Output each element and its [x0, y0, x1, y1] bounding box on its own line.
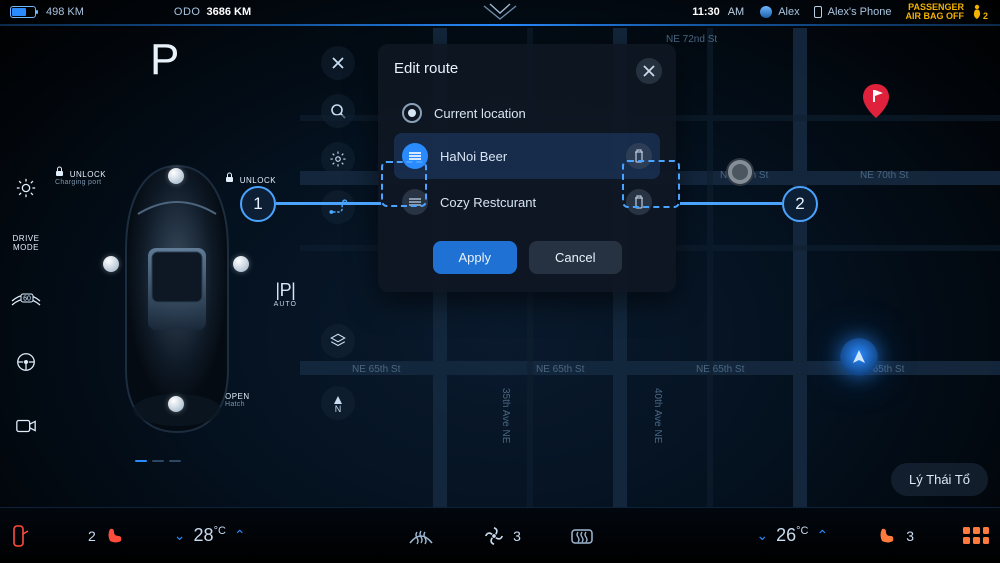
- app-grid-icon: [962, 526, 990, 546]
- defrost-rear-icon: [569, 525, 595, 547]
- temp-unit: °C: [796, 525, 808, 537]
- map-current-heading-icon: [840, 338, 878, 376]
- street-label: 40th Ave NE: [652, 388, 663, 443]
- fan-level: 3: [513, 528, 521, 544]
- auto-park-button[interactable]: |P|AUTO: [274, 280, 297, 308]
- chevron-up-icon[interactable]: ⌃: [234, 527, 246, 544]
- panel-title: Edit route: [394, 60, 660, 77]
- range-value: 498 KM: [46, 6, 84, 18]
- route-stop-delete[interactable]: [626, 189, 652, 215]
- battery-icon: [10, 6, 36, 18]
- svg-text:2: 2: [983, 11, 988, 21]
- clock-time: 11:30: [692, 6, 720, 18]
- clock-ampm: AM: [728, 6, 745, 18]
- car-door-icon: [10, 523, 30, 549]
- street-label: NE 72nd St: [666, 34, 717, 45]
- wiper-button[interactable]: 60: [8, 280, 44, 316]
- app-grid-button[interactable]: [962, 526, 990, 546]
- airbag-warning: PASSENGERAIR BAG OFF: [906, 3, 965, 21]
- brightness-button[interactable]: [8, 170, 44, 206]
- chevron-down-icon[interactable]: ⌄: [174, 527, 186, 544]
- seat-heat-right-value: 3: [906, 528, 914, 544]
- drag-handle[interactable]: [402, 143, 428, 169]
- seat-heat-icon: [104, 525, 126, 547]
- street-label: NE 65th St: [536, 364, 584, 375]
- street-label: NE 65th St: [352, 364, 400, 375]
- odo-value: 3686 KM: [206, 6, 251, 18]
- street-label: NE 65th St: [696, 364, 744, 375]
- sun-icon: [15, 177, 37, 199]
- apply-button[interactable]: Apply: [433, 241, 518, 274]
- phone-name[interactable]: Alex's Phone: [828, 6, 892, 18]
- temp-left-control[interactable]: ⌄ 28°C ⌃: [174, 525, 246, 546]
- radio-icon: [402, 103, 422, 123]
- steering-button[interactable]: [8, 344, 44, 380]
- temp-right-value: 26: [776, 525, 796, 545]
- street-label: 35th Ave NE: [500, 388, 511, 443]
- seat-heat-left[interactable]: 2: [88, 525, 126, 547]
- temp-left-value: 28: [194, 525, 214, 545]
- vehicle-pane: UNLOCKCharging port UNLOCK OPENHatch |P|…: [55, 140, 295, 480]
- grip-lines-icon: [408, 197, 422, 207]
- phone-icon: [814, 6, 822, 18]
- defrost-front-button[interactable]: [407, 525, 435, 547]
- lock-icon: [55, 166, 64, 177]
- car-dot-right[interactable]: [233, 256, 249, 272]
- vehicle-pager[interactable]: [135, 460, 181, 462]
- trash-icon: [633, 195, 645, 209]
- user-name[interactable]: Alex: [778, 6, 799, 18]
- map-location-chip[interactable]: Lý Thái Tổ: [891, 463, 988, 496]
- door-status-button[interactable]: [10, 523, 30, 549]
- seat-heat-left-value: 2: [88, 528, 96, 544]
- fan-icon: [483, 525, 505, 547]
- chevron-down-icon[interactable]: ⌄: [756, 527, 768, 544]
- fan-control[interactable]: 3: [483, 525, 521, 547]
- grip-lines-icon: [408, 151, 422, 161]
- route-stop-delete[interactable]: [626, 143, 652, 169]
- wiper-icon: 60: [9, 287, 43, 309]
- temp-unit: °C: [214, 525, 226, 537]
- panel-close-button[interactable]: [636, 58, 662, 84]
- temp-right-control[interactable]: ⌄ 26°C ⌃: [756, 525, 828, 546]
- steering-wheel-icon: [15, 351, 37, 373]
- svg-text:60: 60: [23, 296, 31, 303]
- gear-indicator: P: [150, 35, 179, 85]
- drive-mode-button[interactable]: DRIVEMODE: [13, 234, 40, 252]
- defrost-rear-button[interactable]: [569, 525, 595, 547]
- defrost-front-icon: [407, 525, 435, 547]
- seat-heat-right[interactable]: 3: [876, 525, 914, 547]
- route-stop-label: Cozy Restcurant: [440, 195, 536, 210]
- drag-handle[interactable]: [402, 189, 428, 215]
- map-destination-pin-icon[interactable]: [862, 83, 890, 119]
- climate-bar: 2 ⌄ 28°C ⌃ 3 ⌄ 26°C ⌃ 3: [0, 507, 1000, 563]
- route-stop-label: Current location: [434, 106, 526, 121]
- route-stop-item[interactable]: HaNoi Beer: [394, 133, 660, 179]
- airbag-icon: 2: [970, 3, 990, 21]
- street-label: NE 70th St: [860, 170, 908, 181]
- seat-heat-icon: [876, 525, 898, 547]
- edit-route-panel: Edit route Current location HaNoi Beer C…: [378, 44, 676, 292]
- close-icon: [643, 65, 655, 77]
- charge-port-label[interactable]: UNLOCKCharging port: [55, 166, 106, 186]
- route-stop-label: HaNoi Beer: [440, 149, 507, 164]
- trash-icon: [633, 149, 645, 163]
- map-waypoint-icon[interactable]: [728, 160, 752, 184]
- route-stop-item[interactable]: Cozy Restcurant: [394, 179, 660, 225]
- odo-label: ODO: [174, 6, 201, 18]
- quick-rail: DRIVEMODE 60: [0, 170, 52, 444]
- car-dot-front[interactable]: [168, 168, 184, 184]
- user-avatar-icon: [760, 6, 772, 18]
- car-dot-rear[interactable]: [168, 396, 184, 412]
- route-stop-current[interactable]: Current location: [394, 93, 660, 133]
- status-bar: 498 KM ODO 3686 KM 11:30 AM Alex Alex's …: [0, 0, 1000, 24]
- car-dot-left[interactable]: [103, 256, 119, 272]
- chevron-up-icon[interactable]: ⌃: [816, 527, 828, 544]
- cancel-button[interactable]: Cancel: [529, 241, 621, 274]
- camera-icon: [15, 417, 37, 435]
- status-divider: [0, 24, 1000, 26]
- dashcam-button[interactable]: [8, 408, 44, 444]
